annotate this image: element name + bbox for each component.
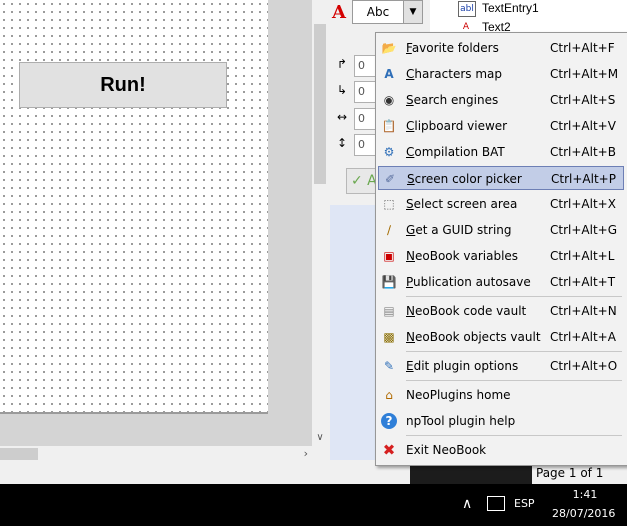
height-icon: ↕ [336, 136, 348, 150]
panel-background [330, 205, 376, 460]
scroll-right-arrow-icon[interactable]: › [304, 447, 308, 460]
menu-item-label: Compilation BAT [406, 145, 505, 159]
notification-icon[interactable] [487, 496, 505, 511]
menu-item-label: Exit NeoBook [406, 443, 487, 457]
menu-item-neobook-objects-vault[interactable]: ▩ NeoBook objects vault Ctrl+Alt+A [378, 325, 624, 349]
characters-map-icon: A [384, 67, 394, 81]
menu-item-label: Edit plugin options [406, 359, 519, 373]
horizontal-scrollbar[interactable]: › [0, 446, 312, 462]
menu-item-shortcut: Ctrl+Alt+X [550, 197, 616, 211]
font-color-icon[interactable]: A [332, 2, 346, 23]
menu-item-compilation-bat[interactable]: ⚙ Compilation BAT Ctrl+Alt+B [378, 140, 624, 164]
canvas-margin [268, 0, 312, 430]
menu-item-shortcut: Ctrl+Alt+T [550, 275, 616, 289]
menu-item-label: NeoPlugins home [406, 388, 511, 402]
menu-item-clipboard-viewer[interactable]: 📋 Clipboard viewer Ctrl+Alt+V [378, 114, 624, 138]
menu-item-shortcut: Ctrl+Alt+A [550, 330, 616, 344]
menu-separator [406, 380, 622, 381]
menu-item-select-screen-area[interactable]: ⬚ Select screen area Ctrl+Alt+X [378, 192, 624, 216]
menu-item-shortcut: Ctrl+Alt+B [550, 145, 616, 159]
menu-item-shortcut: Ctrl+Alt+M [550, 67, 619, 81]
design-canvas[interactable]: Run! [0, 0, 270, 414]
exit-icon: ✖ [382, 441, 396, 459]
menu-item-label: Clipboard viewer [406, 119, 508, 133]
menu-item-label: Screen color picker [407, 172, 522, 186]
clipboard-icon: 📋 [381, 119, 397, 133]
menu-item-favorite-folders[interactable]: 📂 Favorite folders Ctrl+Alt+F [378, 36, 624, 60]
menu-item-screen-color-picker[interactable]: ✐ Screen color picker Ctrl+Alt+P [378, 166, 624, 190]
menu-item-exit-neobook[interactable]: ✖ Exit NeoBook [378, 438, 624, 462]
objects-vault-icon: ▩ [383, 330, 395, 344]
compile-icon: ⚙ [383, 145, 395, 159]
menu-item-label: NeoBook variables [406, 249, 519, 263]
menu-item-shortcut: Ctrl+Alt+F [550, 41, 615, 55]
horizontal-scroll-thumb[interactable] [0, 448, 38, 460]
scroll-down-arrow-icon[interactable]: ∨ [314, 432, 326, 446]
home-icon: ⌂ [385, 388, 393, 402]
font-dropdown-button[interactable]: ▼ [403, 0, 423, 24]
show-hidden-icons-icon[interactable]: ∧ [462, 496, 472, 512]
menu-item-shortcut: Ctrl+Alt+V [550, 119, 616, 133]
top-position-icon: ↳ [336, 83, 348, 97]
clock-time[interactable]: 1:41 [570, 488, 600, 501]
menu-item-label: npTool plugin help [406, 414, 516, 428]
run-button[interactable]: Run! [19, 62, 227, 108]
clock-date[interactable]: 28/07/2016 [552, 507, 615, 520]
menu-separator [406, 351, 622, 352]
vertical-scrollbar[interactable]: ∨ [312, 0, 328, 446]
menu-item-label: Get a GUID string [406, 223, 512, 237]
menu-item-shortcut: Ctrl+Alt+G [550, 223, 618, 237]
menu-item-label: Favorite folders [406, 41, 499, 55]
menu-separator [406, 435, 622, 436]
menu-item-get-guid-string[interactable]: ∕ Get a GUID string Ctrl+Alt+G [378, 218, 624, 242]
menu-item-shortcut: Ctrl+Alt+N [550, 304, 617, 318]
font-combo[interactable]: Abc [352, 0, 404, 24]
code-vault-icon: ▤ [383, 304, 395, 318]
menu-item-label: Publication autosave [406, 275, 531, 289]
select-area-icon: ⬚ [383, 197, 395, 211]
menu-item-label: Search engines [406, 93, 499, 107]
menu-item-shortcut: Ctrl+Alt+L [550, 249, 615, 263]
menu-item-neobook-variables[interactable]: ▣ NeoBook variables Ctrl+Alt+L [378, 244, 624, 268]
left-position-icon: ↱ [336, 57, 348, 71]
menu-item-search-engines[interactable]: ◉ Search engines Ctrl+Alt+S [378, 88, 624, 112]
menu-item-nptool-plugin-help[interactable]: ? npTool plugin help [378, 409, 624, 433]
menu-separator [406, 296, 622, 297]
menu-item-publication-autosave[interactable]: 💾 Publication autosave Ctrl+Alt+T [378, 270, 624, 294]
menu-item-shortcut: Ctrl+Alt+S [550, 93, 616, 107]
save-icon: 💾 [381, 275, 397, 289]
wand-icon: ∕ [386, 223, 392, 237]
eyedropper-icon: ✐ [384, 172, 396, 186]
menu-item-label: NeoBook code vault [406, 304, 527, 318]
menu-item-shortcut: Ctrl+Alt+O [550, 359, 618, 373]
variables-icon: ▣ [383, 249, 395, 263]
menu-item-edit-plugin-options[interactable]: ✎ Edit plugin options Ctrl+Alt+O [378, 354, 624, 378]
object-tree[interactable]: abl TextEntry1 A Text2 [430, 0, 627, 34]
tools-context-menu: 📂 Favorite folders Ctrl+Alt+F A Characte… [375, 32, 627, 466]
binoculars-icon: ◉ [383, 93, 395, 107]
edit-options-icon: ✎ [383, 359, 395, 373]
menu-item-shortcut: Ctrl+Alt+P [551, 172, 616, 186]
canvas-gutter [0, 414, 312, 446]
help-icon: ? [381, 413, 397, 429]
vertical-scroll-thumb[interactable] [314, 24, 326, 184]
textentry-icon: abl [458, 1, 476, 17]
menu-item-label: Select screen area [406, 197, 518, 211]
menu-item-label: NeoBook objects vault [406, 330, 541, 344]
tree-item-textentry1[interactable]: TextEntry1 [482, 1, 539, 15]
input-language[interactable]: ESP [514, 497, 535, 510]
width-icon: ↔ [336, 110, 348, 124]
menu-item-neoplugins-home[interactable]: ⌂ NeoPlugins home [378, 383, 624, 407]
menu-item-neobook-code-vault[interactable]: ▤ NeoBook code vault Ctrl+Alt+N [378, 299, 624, 323]
folder-icon: 📂 [381, 41, 397, 55]
menu-item-characters-map[interactable]: A Characters map Ctrl+Alt+M [378, 62, 624, 86]
menu-item-label: Characters map [406, 67, 502, 81]
